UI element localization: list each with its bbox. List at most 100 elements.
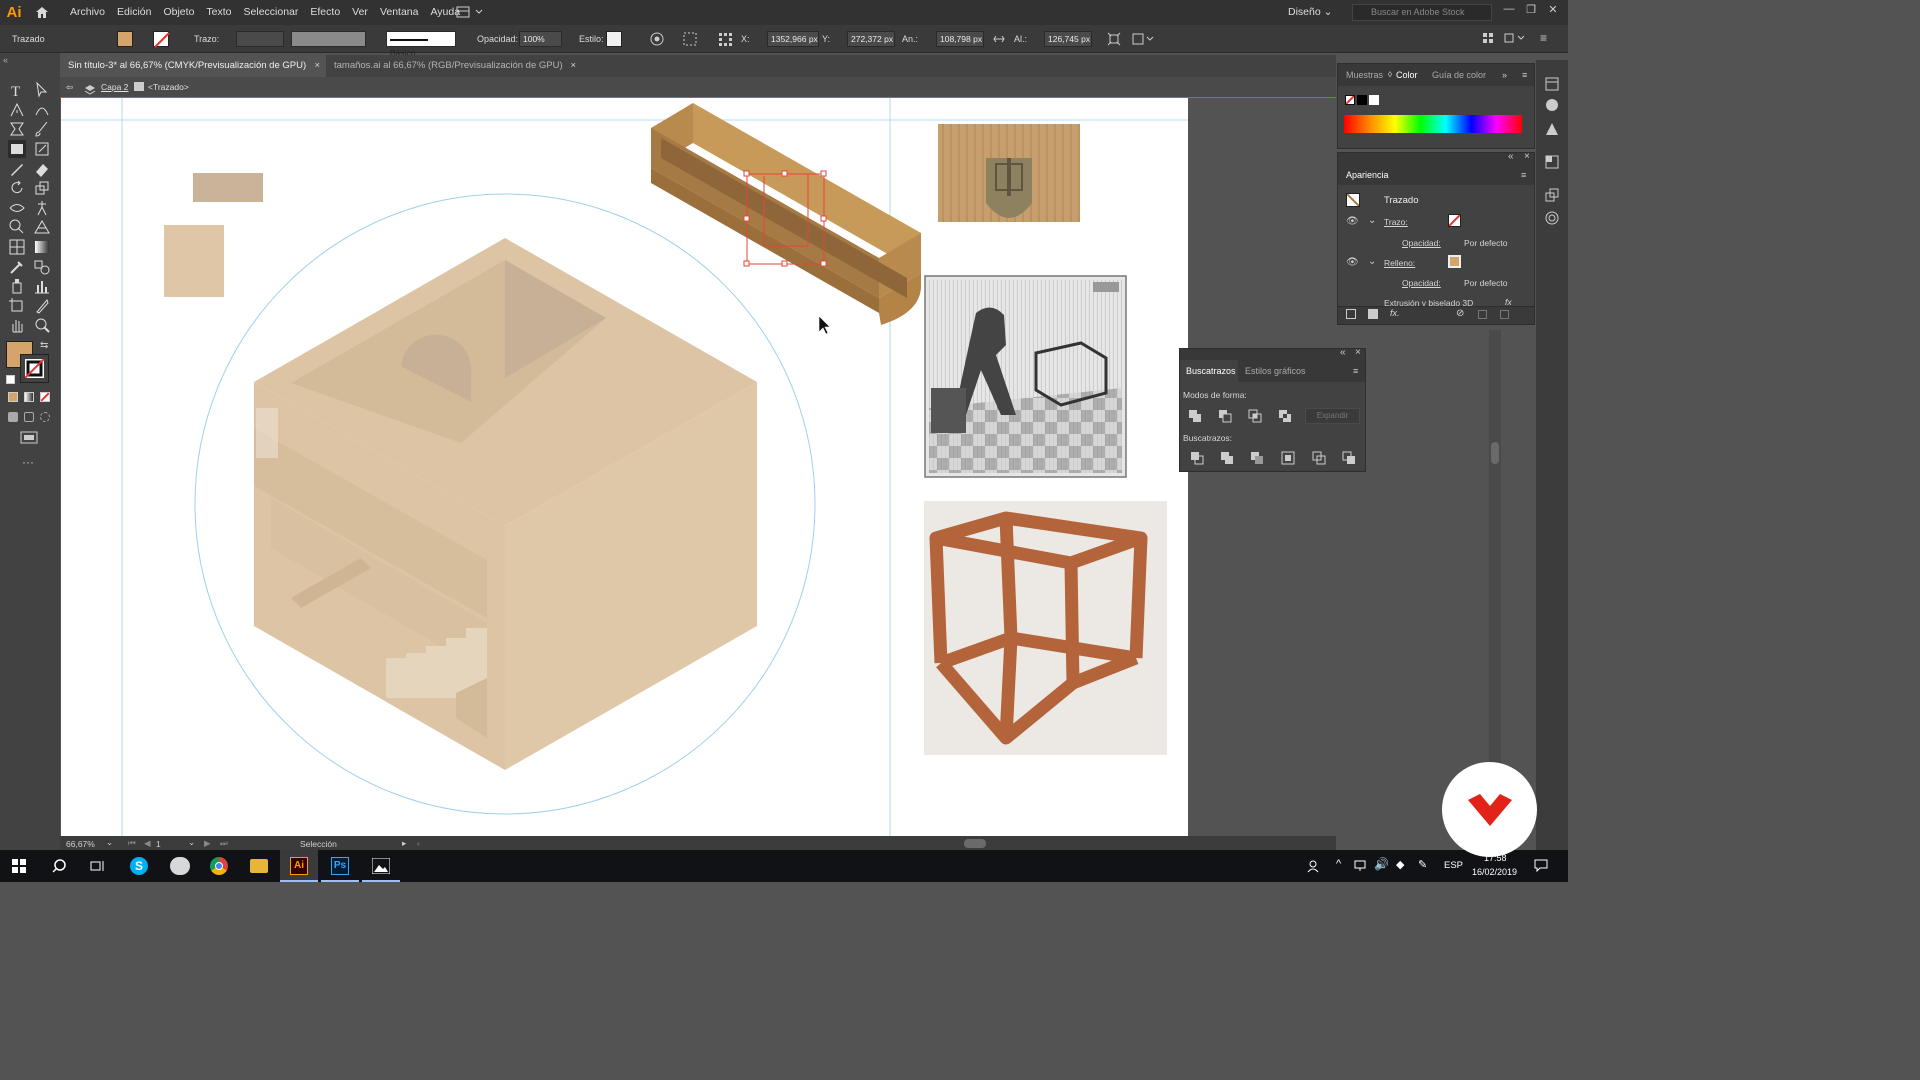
eyedropper-tool-icon[interactable]	[8, 258, 26, 276]
intersect-icon[interactable]	[1248, 409, 1262, 426]
skype-icon[interactable]: S	[130, 857, 148, 875]
tab-color[interactable]: Color	[1396, 64, 1418, 86]
palette-app-icon[interactable]	[170, 857, 190, 875]
visibility-eye-icon[interactable]: 👁	[1346, 216, 1359, 227]
color-mode-icon[interactable]	[8, 392, 18, 402]
fill-row-swatch[interactable]	[1448, 255, 1461, 268]
column-graph-icon[interactable]	[33, 277, 51, 295]
scroll-left-icon[interactable]: ‹	[417, 838, 420, 848]
back-arrow-icon[interactable]: ⇦	[66, 77, 73, 98]
arrange-panels-icon[interactable]	[1482, 32, 1494, 47]
close-panel-icon[interactable]: ×	[1355, 347, 1361, 358]
minimize-button[interactable]: —	[1500, 3, 1518, 21]
slice-tool-icon[interactable]	[33, 297, 51, 315]
next-page-icon[interactable]: ▶	[204, 838, 211, 849]
isolate-icon[interactable]	[1132, 32, 1154, 49]
add-fill-icon[interactable]	[1368, 309, 1378, 319]
dropbox-icon[interactable]: ◆	[1396, 858, 1404, 871]
tab-tamanos[interactable]: tamaños.ai al 66,67% (RGB/Previsualizaci…	[326, 55, 582, 77]
crop-icon[interactable]	[1281, 451, 1295, 468]
tray-chevron-icon[interactable]: ^	[1336, 858, 1341, 870]
black-swatch[interactable]	[1357, 95, 1367, 105]
more-tools-icon[interactable]: ···	[22, 455, 34, 469]
menu-archivo[interactable]: Archivo	[64, 0, 111, 25]
language-indicator[interactable]: ESP	[1444, 860, 1463, 871]
direct-selection-icon[interactable]	[33, 81, 51, 99]
people-icon[interactable]	[1306, 859, 1320, 876]
prev-page-icon[interactable]: ◀	[144, 838, 151, 849]
exclude-icon[interactable]	[1278, 409, 1292, 426]
zoom-level[interactable]: 66,67%	[66, 839, 95, 849]
rectangle-tool-icon[interactable]	[8, 140, 26, 158]
symbols-icon[interactable]	[1545, 211, 1559, 228]
expand-button[interactable]: Expandir	[1305, 408, 1360, 424]
panel-options-icon[interactable]	[1504, 32, 1526, 47]
delete-item-icon[interactable]	[1500, 310, 1509, 319]
chevron-down-icon[interactable]: ⌄	[1368, 256, 1376, 267]
libraries-icon[interactable]	[1545, 98, 1559, 115]
stroke-swatch[interactable]	[153, 31, 170, 48]
rotate-tool-icon[interactable]	[8, 179, 26, 197]
image-trace-icon[interactable]	[1545, 122, 1559, 139]
fill-row-label[interactable]: Relleno:	[1384, 258, 1415, 268]
scroll-thumb[interactable]	[1491, 442, 1499, 464]
notifications-icon[interactable]	[1534, 859, 1548, 875]
menu-objeto[interactable]: Objeto	[157, 0, 200, 25]
variable-width-field[interactable]	[291, 31, 366, 47]
volume-icon[interactable]: 🔊	[1374, 857, 1389, 871]
height-field[interactable]: 126,745 px	[1044, 31, 1092, 47]
unite-icon[interactable]	[1188, 409, 1202, 426]
opacity-row-label[interactable]: Opacidad:	[1402, 278, 1441, 288]
stroke-row-label[interactable]: Trazo:	[1384, 217, 1408, 227]
blend-tool-icon[interactable]	[33, 258, 51, 276]
width-tool-icon[interactable]	[8, 199, 26, 217]
fill-swatch[interactable]	[117, 31, 133, 47]
symbol-sprayer-icon[interactable]	[8, 277, 26, 295]
stroke-row-swatch[interactable]	[1448, 214, 1461, 227]
first-page-icon[interactable]: ⏮	[128, 838, 136, 849]
outline-icon[interactable]	[1312, 451, 1326, 468]
network-icon[interactable]	[1354, 860, 1366, 875]
artboard[interactable]	[61, 98, 1188, 836]
close-tab-icon[interactable]: ×	[570, 55, 576, 77]
task-view-icon[interactable]	[90, 859, 106, 876]
scale-tool-icon[interactable]	[33, 179, 51, 197]
tab-buscatrazos[interactable]: Buscatrazos	[1180, 360, 1238, 382]
pencil-tool-icon[interactable]	[33, 140, 51, 158]
collapse-icon[interactable]: «	[3, 55, 8, 65]
draw-normal-icon[interactable]	[8, 412, 18, 422]
collapse-icon[interactable]: «	[1340, 347, 1346, 358]
shaper-tool-icon[interactable]	[8, 120, 26, 138]
pen-icon[interactable]: ✎	[1418, 858, 1427, 871]
transform-panel-icon[interactable]	[1545, 155, 1559, 172]
link-proportions-icon[interactable]	[992, 33, 1006, 48]
gradient-tool-icon[interactable]	[33, 238, 51, 256]
zoom-dropdown-icon[interactable]: ⌄	[106, 837, 113, 848]
mesh-tool-icon[interactable]	[8, 238, 26, 256]
close-window-button[interactable]: ✕	[1544, 3, 1562, 21]
status-arrow-icon[interactable]: ▸	[402, 838, 406, 849]
y-field[interactable]: 272,372 px	[847, 31, 895, 47]
divide-icon[interactable]	[1190, 451, 1204, 468]
curvature-tool-icon[interactable]	[33, 101, 51, 119]
menu-seleccionar[interactable]: Seleccionar	[238, 0, 305, 25]
minus-back-icon[interactable]	[1342, 451, 1356, 468]
width-field[interactable]: 108,798 px	[936, 31, 984, 47]
menu-ver[interactable]: Ver	[346, 0, 374, 25]
hand-tool-icon[interactable]	[8, 316, 26, 334]
maximize-button[interactable]: ❐	[1522, 3, 1540, 21]
home-icon[interactable]	[28, 0, 56, 25]
search-icon[interactable]	[52, 859, 66, 876]
tab-guia-de-color[interactable]: Guía de color	[1432, 64, 1486, 86]
clock-date[interactable]: 16/02/2019	[1472, 867, 1517, 877]
brush-field[interactable]: Básico	[386, 31, 456, 58]
x-field[interactable]: 1352,966 px	[767, 31, 819, 47]
expand-panel-icon[interactable]: »	[1502, 64, 1507, 86]
puppet-warp-icon[interactable]	[33, 199, 51, 217]
paintbrush-tool-icon[interactable]	[33, 120, 51, 138]
stroke-weight-field[interactable]	[236, 31, 284, 47]
workspace-switcher[interactable]: Diseño ⌄	[1288, 0, 1332, 25]
panel-options-icon[interactable]: ≡	[1353, 360, 1358, 382]
white-swatch[interactable]	[1369, 95, 1379, 105]
color-spectrum[interactable]	[1344, 115, 1522, 133]
